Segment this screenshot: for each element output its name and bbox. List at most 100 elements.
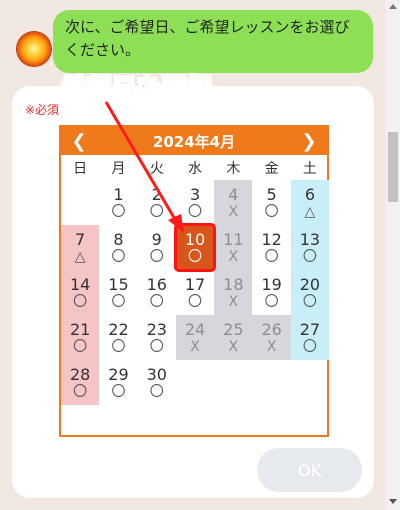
weekday-label: 水 [188,160,203,177]
availability-mark: △ [74,249,86,265]
availability-mark: 〇 [188,204,203,220]
availability-mark: 〇 [188,249,203,265]
availability-mark: 〇 [111,204,126,220]
calendar-day-17[interactable]: 17 〇 [176,270,214,315]
calendar-day-19[interactable]: 19 〇 [252,270,290,315]
availability-mark: 〇 [149,294,164,310]
calendar-day-29[interactable]: 29 〇 [99,360,137,405]
availability-mark: 〇 [111,294,126,310]
calendar-day-3[interactable]: 3〇 [176,180,214,225]
calendar-day-8[interactable]: 8〇 [99,225,137,270]
scroll-up-arrow-icon[interactable] [389,4,397,9]
day-number: 27 [299,320,321,339]
availability-mark: 〇 [264,294,279,310]
availability-mark: 〇 [302,249,317,265]
availability-mark: 〇 [149,384,164,400]
day-grid: 1 〇 2 〇 3 〇 4 X 5 〇 6 △ 7 △ 8 〇 9 〇 10 〇 11 X 12 〇 13 〇 14 〇 15 〇 16 〇 1… [61,180,330,405]
calendar-day-15[interactable]: 15 〇 [99,270,137,315]
availability-mark: 〇 [111,249,126,265]
availability-mark: 〇 [111,384,126,400]
availability-mark: 〇 [73,294,88,310]
day-number: 15 [108,275,129,294]
chat-message-text: 次に、ご希望日、ご希望レッスンをお選びください。 [65,18,350,59]
scroll-down-arrow-icon[interactable] [389,499,397,504]
availability-mark: 〇 [149,204,164,220]
availability-mark: X [228,204,239,220]
day-number: 18 [223,275,244,294]
day-number: 25 [223,320,244,339]
calendar-day-12[interactable]: 12 〇 [252,225,290,270]
calendar-day-10[interactable]: 10 〇 [173,223,217,272]
day-number: 10 [184,230,206,249]
availability-mark: X [190,339,200,355]
availability-mark: X [228,294,239,310]
calendar-day-11[interactable]: 11 X [214,225,253,270]
annotation-label: 希望日を選択 [62,74,212,103]
day-number: 1 [113,185,124,204]
day-number: 23 [146,320,167,339]
calendar-day-13[interactable]: 13 〇 [290,225,330,270]
calendar-day-1[interactable]: 1〇 [99,180,137,225]
calendar-day-16[interactable]: 16 〇 [138,270,176,315]
calendar-empty-cell [252,360,290,405]
calendar-day-2[interactable]: 2〇 [138,180,176,225]
day-number: 11 [223,230,244,249]
weekday-label: 金 [264,160,279,177]
chat-message-bubble: 次に、ご希望日、ご希望レッスンをお選びください。 [53,10,373,73]
day-number: 30 [146,365,167,384]
calendar-day-4[interactable]: 4X [214,180,253,225]
calendar-day-23[interactable]: 23 〇 [138,315,176,360]
scrollbar[interactable] [385,0,400,510]
chevron-right-icon[interactable]: ❯ [295,127,323,155]
calendar-day-27[interactable]: 27 〇 [290,315,330,360]
chevron-left-icon[interactable]: ❮ [65,127,93,155]
availability-mark: X [266,339,277,355]
calendar-empty-cell [61,180,99,225]
day-number: 22 [108,320,129,339]
day-number: 3 [189,185,201,204]
required-label: ※必須 [25,103,60,117]
calendar-day-7[interactable]: 7 △ [61,225,100,270]
month-label: 2024年4月 [152,132,236,151]
day-number: 19 [261,275,282,294]
day-number: 4 [228,185,239,204]
day-number: 7 [75,230,86,249]
day-number: 2 [151,185,162,204]
calendar-day-28[interactable]: 28 〇 [61,360,100,405]
calendar-day-9[interactable]: 9〇 [138,225,176,270]
calendar-day-14[interactable]: 14 〇 [61,270,100,315]
day-number: 21 [69,320,91,339]
calendar-day-21[interactable]: 21 〇 [61,315,100,360]
calendar-empty-cell [214,360,252,405]
day-number: 29 [108,365,129,384]
weekday-label: 火 [149,160,164,177]
calendar-empty-cell [291,360,329,405]
ok-button[interactable]: OK [257,448,362,492]
calendar-day-22[interactable]: 22 〇 [99,315,137,360]
availability-mark: X [228,249,239,265]
calendar-day-24[interactable]: 24 X [175,315,215,360]
availability-mark: 〇 [264,249,279,265]
day-number: 13 [299,230,321,249]
calendar-day-5[interactable]: 5〇 [252,180,290,225]
calendar-day-26[interactable]: 26 X [252,315,291,360]
calendar-day-20[interactable]: 20 〇 [290,270,330,315]
calendar-day-6[interactable]: 6 △ [290,180,330,225]
scroll-thumb[interactable] [388,132,398,202]
day-number: 8 [113,230,124,249]
day-number: 16 [146,275,167,294]
availability-mark: 〇 [302,339,317,355]
calendar-header: ❮ 2024年4月 ❯ [61,127,327,155]
avatar [17,32,51,66]
calendar-day-18[interactable]: 18 X [214,270,253,315]
availability-mark: 〇 [188,294,203,310]
weekday-label: 日 [73,160,88,177]
calendar-day-30[interactable]: 30 〇 [138,360,176,405]
availability-mark: 〇 [149,249,164,265]
day-number: 24 [184,320,206,339]
availability-mark: △ [304,204,316,220]
availability-mark: 〇 [302,294,317,310]
availability-mark: X [228,339,239,355]
calendar-day-25[interactable]: 25 X [214,315,253,360]
day-number: 12 [261,230,282,249]
